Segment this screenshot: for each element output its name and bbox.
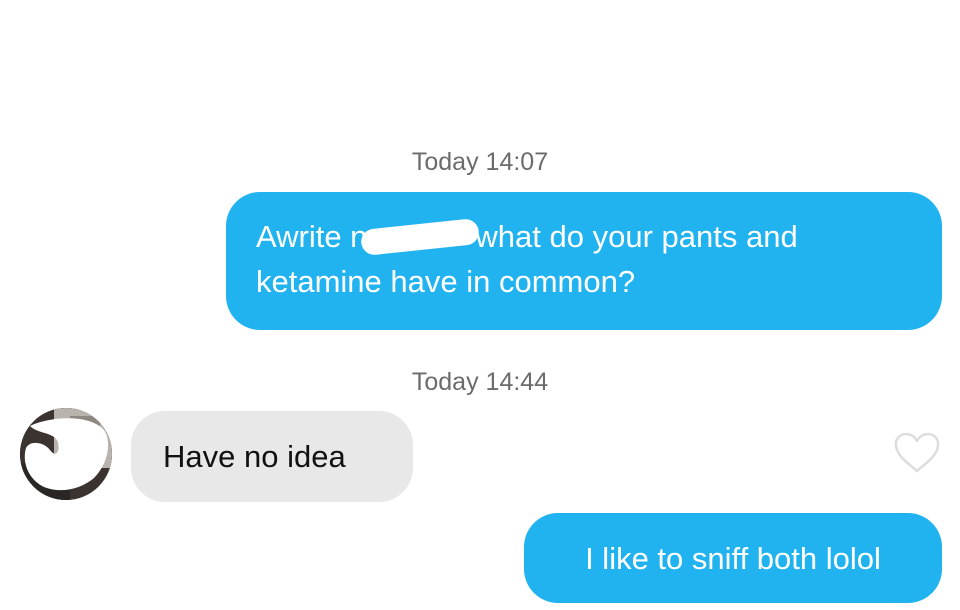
message-text: I like to sniff both lolol <box>585 540 881 576</box>
message-text-before-redaction: Awrite n <box>256 219 368 254</box>
redaction-mark <box>360 217 481 256</box>
timestamp-time: 14:07 <box>485 148 549 176</box>
timestamp-2: Today 14:44 <box>0 368 960 397</box>
received-message-bubble[interactable]: Have no idea <box>131 411 413 502</box>
message-line-2: ketamine have in common? <box>256 264 636 299</box>
avatar[interactable] <box>20 408 112 500</box>
message-text-after-redaction: what do your pants and <box>475 219 798 254</box>
timestamp-day: Today <box>411 148 479 176</box>
sent-message-bubble[interactable]: Awrite n what do your pants and ketamine … <box>226 192 942 330</box>
message-text: Have no idea <box>163 439 346 474</box>
timestamp-time: 14:44 <box>485 368 549 396</box>
timestamp-1: Today 14:07 <box>0 148 960 177</box>
avatar-image <box>20 408 112 500</box>
heart-outline-icon[interactable] <box>893 431 941 475</box>
message-line-1: Awrite n what do your pants and <box>256 214 912 259</box>
sent-message-bubble[interactable]: I like to sniff both lolol <box>524 513 942 603</box>
timestamp-day: Today <box>411 368 479 396</box>
